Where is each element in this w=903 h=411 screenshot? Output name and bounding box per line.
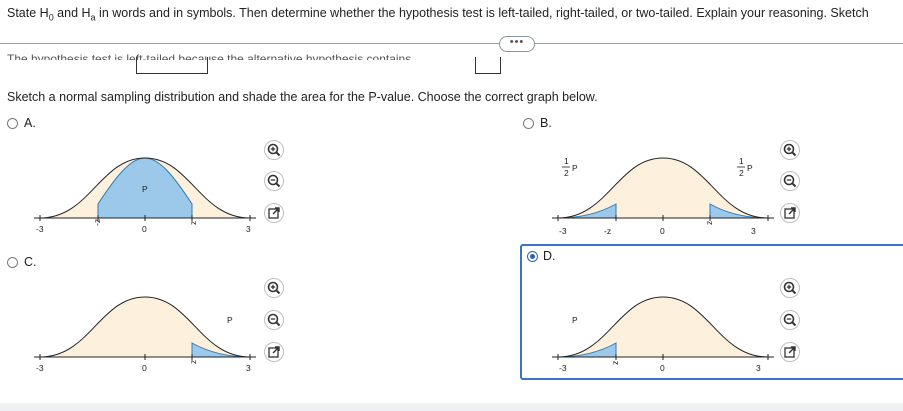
tick-left: -3 (36, 224, 44, 234)
popout-icon[interactable] (264, 342, 284, 362)
option-b-radio[interactable] (523, 118, 534, 129)
p-label: P (572, 315, 578, 325)
instruction-text: Sketch a normal sampling distribution an… (7, 90, 598, 104)
graph-b-svg: -3 -z 0 z 3 1 2 P 1 2 P (552, 156, 774, 236)
option-a-label[interactable]: A. (24, 116, 36, 130)
p-label-left: P (572, 163, 578, 173)
tick-z-left: -z (604, 226, 611, 236)
half-den-right: 2 (739, 168, 744, 178)
p-label: P (142, 184, 148, 194)
p-label-right: P (747, 163, 753, 173)
zoom-in-icon[interactable] (264, 278, 284, 298)
zoom-out-icon[interactable] (780, 310, 800, 330)
zoom-in-icon[interactable] (264, 140, 284, 160)
tick-z-right: z (188, 360, 198, 364)
divider (0, 43, 903, 44)
half-num-right: 1 (739, 156, 744, 166)
tick-center: 0 (142, 224, 147, 234)
option-a-graph: -3 -z 0 z 3 P (30, 148, 260, 238)
option-d-radio[interactable] (527, 251, 538, 262)
expand-button[interactable]: ••• (499, 36, 535, 52)
graph-c-svg: -3 0 z 3 P (34, 296, 256, 373)
popout-icon[interactable] (264, 203, 284, 223)
tick-left: -3 (36, 363, 44, 373)
tick-left: -3 (559, 363, 567, 373)
zoom-in-icon[interactable] (780, 140, 800, 160)
option-c-graph: -3 0 z 3 P (30, 287, 260, 377)
tick-right: 3 (246, 363, 251, 373)
zoom-out-icon[interactable] (264, 310, 284, 330)
option-d-label[interactable]: D. (543, 249, 556, 263)
tick-z: z (610, 361, 620, 365)
option-a-radio[interactable] (7, 118, 18, 129)
tick-z-right: z (704, 221, 714, 225)
p-label: P (227, 315, 233, 325)
zoom-out-icon[interactable] (780, 171, 800, 191)
tick-left: -3 (559, 226, 567, 236)
popout-icon[interactable] (780, 342, 800, 362)
tick-right: 3 (751, 226, 756, 236)
tick-center: 0 (660, 363, 665, 373)
tick-right: 3 (246, 224, 251, 234)
symbol-dropdown[interactable] (475, 57, 501, 74)
tail-dropdown[interactable] (136, 57, 208, 74)
option-d-graph: -3 z 0 3 P (548, 287, 778, 377)
tick-z-right: z (188, 221, 198, 225)
half-num-left: 1 (564, 156, 569, 166)
half-den-left: 2 (564, 168, 569, 178)
option-b-graph: -3 -z 0 z 3 1 2 P 1 2 P (548, 148, 778, 238)
tick-z-left: -z (92, 219, 102, 226)
tick-center: 0 (142, 363, 147, 373)
option-c-radio[interactable] (7, 257, 18, 268)
popout-icon[interactable] (780, 203, 800, 223)
tick-right: 3 (756, 363, 761, 373)
graph-d-svg: -3 z 0 3 P (552, 296, 774, 373)
question-text: State H0 and Ha in words and in symbols.… (7, 6, 869, 23)
footer-bar (0, 403, 903, 411)
option-b-label[interactable]: B. (540, 116, 552, 130)
option-c-label[interactable]: C. (24, 255, 37, 269)
answer-line-partial: The hypothesis test is left-tailed becau… (7, 52, 412, 60)
zoom-in-icon[interactable] (780, 278, 800, 298)
zoom-out-icon[interactable] (264, 171, 284, 191)
tick-center: 0 (660, 226, 665, 236)
graph-a-svg: -3 -z 0 z 3 P (34, 157, 256, 234)
